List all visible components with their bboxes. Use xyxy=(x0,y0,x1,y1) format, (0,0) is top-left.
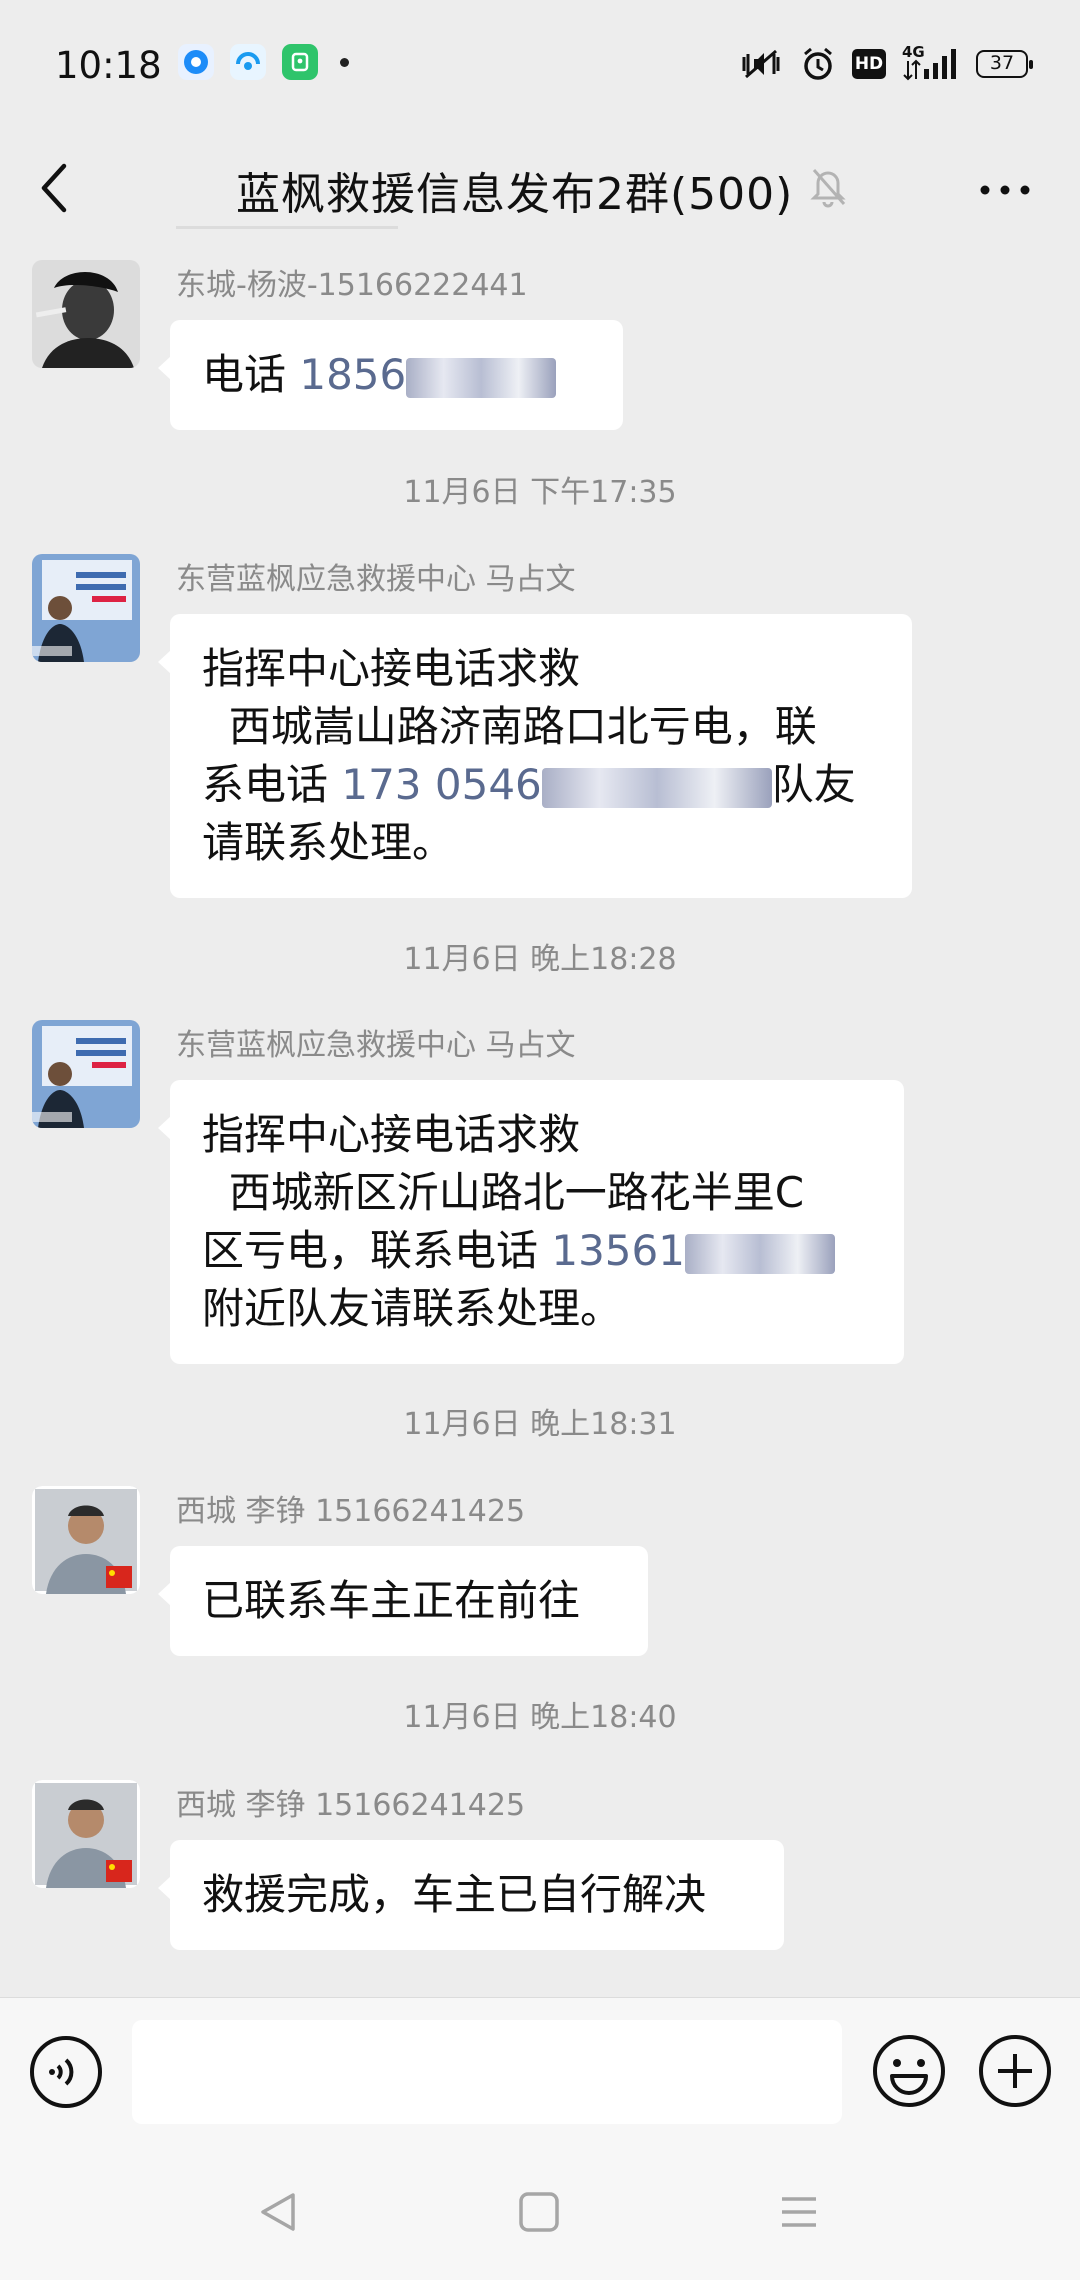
message-line: 请联系处理。 xyxy=(202,818,455,867)
message-line: 指挥中心接电话求救 xyxy=(202,644,581,693)
avatar[interactable] xyxy=(32,1780,140,1888)
nav-menu-icon xyxy=(782,2197,816,2227)
message-timestamp: 11月6日 晚上18:40 xyxy=(403,1700,677,1735)
battery-icon: 37 xyxy=(976,50,1033,78)
nav-home-button[interactable] xyxy=(516,2189,562,2239)
message-text: 西城嵩山路济南路口北亏电，联 xyxy=(202,702,817,751)
redacted-blur xyxy=(541,767,772,808)
alarm-icon xyxy=(804,47,832,80)
status-system-icons: HD 4G 37 xyxy=(738,43,1033,82)
plus-icon xyxy=(979,2035,1051,2107)
more-options-icon xyxy=(980,185,1030,195)
signal-4g-icon: 4G xyxy=(902,43,960,81)
sender-name: 东营蓝枫应急救援中心 马占文 xyxy=(176,1028,576,1063)
message-bubble[interactable]: 救援完成，车主已自行解决 xyxy=(158,1840,784,1950)
message-text: 救援完成，车主已自行解决 xyxy=(202,1870,707,1919)
wechat-app-icon xyxy=(282,44,318,80)
voice-icon xyxy=(30,2036,102,2108)
sender-name: 东城-杨波-15166222441 xyxy=(176,268,528,303)
nav-home-icon xyxy=(519,2192,559,2232)
message-text: 西城新区沂山路北一路花半里C xyxy=(202,1168,805,1217)
message-text: 已联系车主正在前往 xyxy=(202,1576,581,1625)
chat-messages[interactable]: 东城-杨波-15166222441 电话 1856 11月6日 下午17:35 … xyxy=(0,222,1080,1997)
divider xyxy=(176,226,398,229)
status-time: 10:18 xyxy=(55,44,162,87)
message-text: 系电话 xyxy=(202,760,342,809)
message-line: 指挥中心接电话求救 xyxy=(202,1110,581,1159)
message-bubble[interactable]: 指挥中心接电话求救 西城嵩山路济南路口北亏电，联 系电话 173 0546 队友 … xyxy=(158,614,912,898)
message-text: 区亏电，联系电话 xyxy=(202,1226,552,1275)
back-button[interactable] xyxy=(34,158,74,222)
mute-indicator xyxy=(808,164,848,212)
mute-bell-icon xyxy=(810,169,846,208)
chat-title: 蓝枫救援信息发布2群(500) xyxy=(236,169,794,220)
phone-link[interactable]: 1856 xyxy=(299,350,406,399)
message-line: 附近队友请联系处理。 xyxy=(202,1284,623,1333)
status-notification-icons xyxy=(178,44,349,80)
more-options-button[interactable] xyxy=(975,160,1035,224)
avatar[interactable] xyxy=(32,1486,140,1594)
redacted-blur xyxy=(684,1233,835,1274)
emoji-button[interactable] xyxy=(870,2032,948,2114)
nav-back-icon xyxy=(261,2193,295,2231)
sender-name: 西城 李铮 15166241425 xyxy=(176,1788,526,1823)
nav-menu-button[interactable] xyxy=(776,2189,822,2239)
avatar[interactable] xyxy=(32,554,140,662)
message-line: 区亏电，联系电话 13561 xyxy=(202,1222,872,1280)
phone-link[interactable]: 173 0546 xyxy=(341,760,541,809)
mute-vibrate-icon xyxy=(742,49,780,79)
avatar[interactable] xyxy=(32,1020,140,1128)
more-functions-button[interactable] xyxy=(976,2032,1054,2114)
message-input[interactable] xyxy=(132,2020,842,2124)
nav-back-button[interactable] xyxy=(255,2189,301,2239)
message-bubble[interactable]: 指挥中心接电话求救 西城新区沂山路北一路花半里C 区亏电，联系电话 13561 … xyxy=(158,1080,904,1364)
input-bar xyxy=(0,1997,1080,2149)
avatar[interactable] xyxy=(32,260,140,368)
message-line: 西城嵩山路济南路口北亏电，联 xyxy=(202,698,880,756)
battery-level: 37 xyxy=(989,52,1015,74)
message-timestamp: 11月6日 晚上18:31 xyxy=(403,1407,677,1442)
message-text: 队友 xyxy=(771,760,856,809)
message-line: 系电话 173 0546 队友 xyxy=(202,756,880,814)
sender-name: 东营蓝枫应急救援中心 马占文 xyxy=(176,562,576,597)
redacted-blur xyxy=(406,357,557,398)
notification-app-icon xyxy=(178,44,214,80)
message-line: 西城新区沂山路北一路花半里C xyxy=(202,1164,872,1222)
emoji-icon xyxy=(873,2035,945,2107)
more-notifications-dot xyxy=(340,57,349,67)
voice-input-button[interactable] xyxy=(28,2034,104,2114)
message-bubble[interactable]: 已联系车主正在前往 xyxy=(158,1546,648,1656)
back-arrow-icon xyxy=(41,163,67,213)
system-nav-bar xyxy=(0,2149,1080,2280)
hd-icon: HD xyxy=(852,49,886,79)
sender-name: 西城 李铮 15166241425 xyxy=(176,1494,526,1529)
message-timestamp: 11月6日 晚上18:28 xyxy=(403,942,677,977)
message-text: 电话 xyxy=(202,350,300,399)
status-bar: 10:18 HD 4G 37 xyxy=(0,0,1080,130)
message-timestamp: 11月6日 下午17:35 xyxy=(403,475,677,510)
message-bubble[interactable]: 电话 1856 xyxy=(158,320,623,430)
phone-link[interactable]: 13561 xyxy=(551,1226,685,1275)
message-app-icon xyxy=(230,44,266,80)
